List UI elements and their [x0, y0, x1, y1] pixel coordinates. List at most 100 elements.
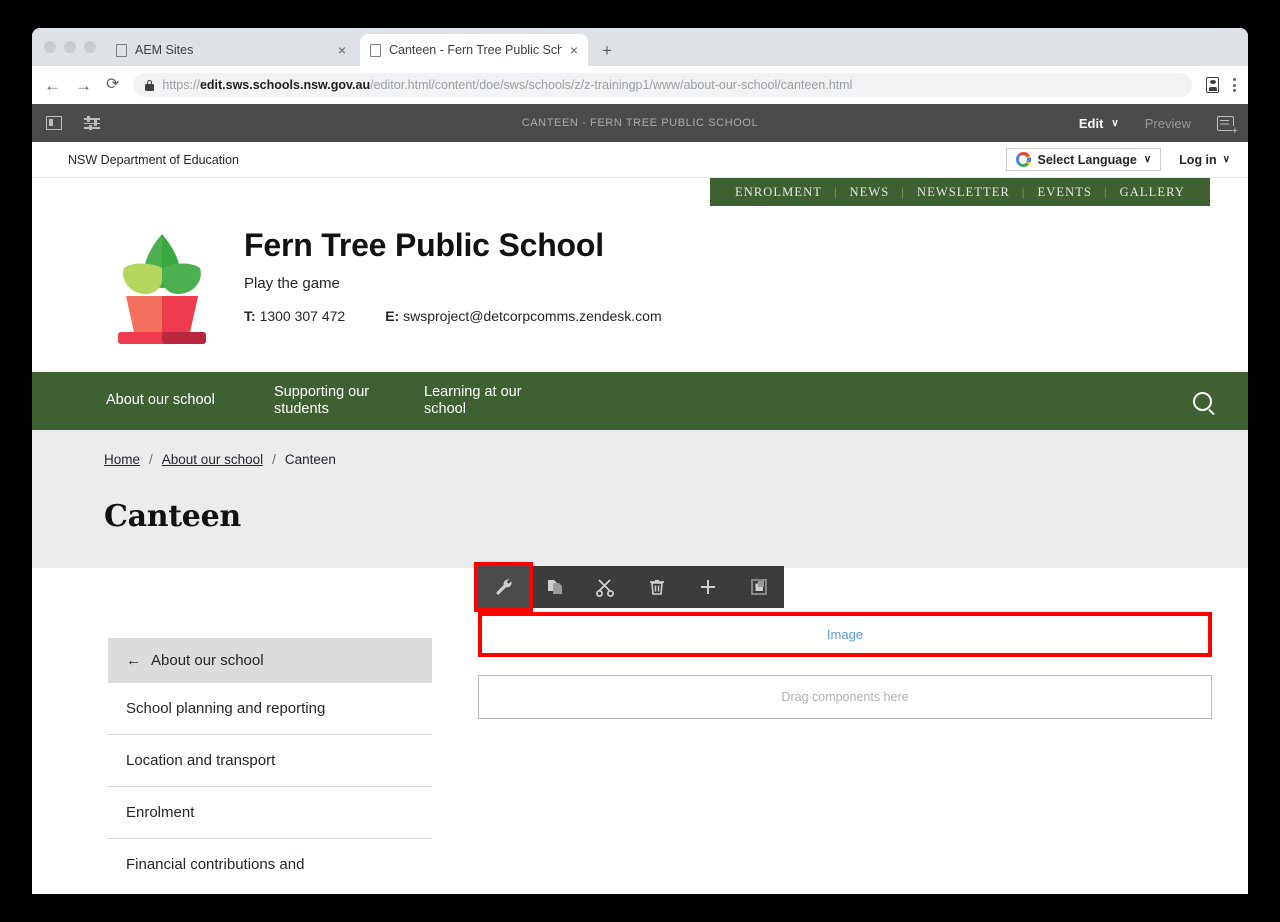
minimize-window-dot[interactable]	[64, 41, 76, 53]
side-panel-toggle-icon[interactable]	[46, 116, 62, 130]
image-component[interactable]: Image	[478, 612, 1212, 657]
school-contact: T: 1300 307 472 E: swsproject@detcorpcom…	[244, 308, 662, 324]
util-nav-item-newsletter[interactable]: NEWSLETTER	[906, 185, 1021, 200]
chevron-down-icon: ∨	[1222, 154, 1230, 165]
browser-tab-strip: AEM Sites × Canteen - Fern Tree Public S…	[32, 28, 1248, 66]
edit-mode-label: Edit	[1078, 115, 1104, 131]
url-scheme: https://	[162, 78, 200, 92]
parent-component-button[interactable]	[733, 566, 784, 608]
department-label: NSW Department of Education	[68, 152, 239, 167]
profile-icon[interactable]	[1206, 77, 1219, 93]
delete-component-button[interactable]	[631, 566, 682, 608]
browser-toolbar: ← → ⟳ https://edit.sws.schools.nsw.gov.a…	[32, 66, 1248, 104]
tab-title: AEM Sites	[135, 43, 194, 57]
utility-nav: ENROLMENT | NEWS | NEWSLETTER | EVENTS |…	[709, 178, 1210, 206]
phone-label: T:	[244, 308, 256, 325]
breadcrumb-item-about-our-school[interactable]: About our school	[162, 452, 263, 467]
new-tab-button[interactable]: +	[602, 42, 612, 59]
copy-icon	[547, 580, 562, 594]
nav-item-about-our-school[interactable]: About our school	[106, 392, 274, 409]
school-logo	[106, 228, 218, 346]
email-label: E:	[385, 308, 400, 325]
reload-icon[interactable]: ⟳	[106, 77, 119, 93]
sidenav-item-location-and-transport[interactable]: Location and transport	[108, 735, 432, 787]
school-tagline: Play the game	[244, 275, 340, 293]
chevron-down-icon: ∨	[1143, 154, 1152, 165]
parsys-column: Image Drag components here	[474, 562, 1212, 890]
back-icon[interactable]: ←	[44, 77, 61, 94]
site-viewport: NSW Department of Education Select Langu…	[32, 142, 1248, 894]
dropzone-label: Drag components here	[781, 690, 909, 704]
nav-item-learning-at-our-school[interactable]: Learning at our school	[424, 384, 574, 419]
copy-component-button[interactable]	[529, 566, 580, 608]
util-nav-item-news[interactable]: NEWS	[839, 185, 901, 200]
doe-utility-right: Select Language ∨ Log in ∨	[1005, 148, 1230, 171]
close-tab-icon[interactable]: ×	[338, 43, 346, 57]
email-block: E: swsproject@detcorpcomms.zendesk.com	[385, 308, 661, 324]
google-icon	[1015, 152, 1031, 167]
select-language-label: Select Language	[1037, 152, 1137, 167]
close-window-dot[interactable]	[44, 41, 56, 53]
school-masthead: Fern Tree Public School Play the game T:…	[32, 206, 1248, 372]
school-name: Fern Tree Public School	[244, 227, 604, 263]
component-action-toolbar	[474, 562, 784, 612]
lock-icon	[145, 79, 155, 91]
util-nav-item-gallery[interactable]: GALLERY	[1109, 185, 1196, 200]
configure-component-button[interactable]	[474, 562, 533, 612]
aem-page-title: CANTEEN - FERN TREE PUBLIC SCHOOL	[521, 117, 759, 129]
window-controls[interactable]	[44, 41, 96, 53]
sidenav-item-enrolment[interactable]: Enrolment	[108, 787, 432, 839]
edit-mode-selector[interactable]: Edit ∨	[1079, 116, 1119, 131]
address-bar[interactable]: https://edit.sws.schools.nsw.gov.au/edit…	[133, 73, 1192, 97]
url-text: https://edit.sws.schools.nsw.gov.au/edit…	[162, 78, 852, 92]
login-menu[interactable]: Log in ∨	[1179, 153, 1230, 167]
plus-icon	[700, 580, 715, 594]
group-icon	[750, 579, 767, 595]
trash-icon	[649, 580, 664, 595]
util-nav-item-enrolment[interactable]: ENROLMENT	[724, 185, 833, 200]
aem-editor-bar: CANTEEN - FERN TREE PUBLIC SCHOOL Edit ∨ …	[32, 104, 1248, 142]
component-dropzone[interactable]: Drag components here	[478, 675, 1212, 719]
preview-button[interactable]: Preview	[1145, 116, 1191, 131]
forward-icon[interactable]: →	[75, 77, 92, 94]
breadcrumb-item-canteen: Canteen	[284, 452, 336, 467]
close-tab-icon[interactable]: ×	[570, 43, 578, 57]
page-content: ← About our school School planning and r…	[32, 562, 1248, 890]
insert-component-button[interactable]	[682, 566, 733, 608]
utility-nav-row: ENROLMENT | NEWS | NEWSLETTER | EVENTS |…	[32, 178, 1248, 206]
page-properties-icon[interactable]	[84, 116, 100, 130]
breadcrumb-separator: /	[272, 452, 276, 467]
sidenav-item-school-planning-and-reporting[interactable]: School planning and reporting	[108, 683, 432, 735]
page-title: Canteen	[104, 499, 241, 534]
sidenav-header[interactable]: ← About our school	[108, 638, 432, 683]
browser-window: AEM Sites × Canteen - Fern Tree Public S…	[32, 28, 1248, 894]
browser-tab-aem-sites[interactable]: AEM Sites ×	[106, 34, 356, 66]
aem-right-controls: Edit ∨ Preview	[1079, 115, 1238, 137]
plant-logo-icon	[118, 234, 206, 344]
phone-block: T: 1300 307 472	[244, 308, 345, 324]
tab-title: Canteen - Fern Tree Public Sch	[389, 43, 562, 57]
nav-item-supporting-our-students[interactable]: Supporting our students	[274, 384, 424, 419]
wrench-icon	[496, 579, 512, 595]
url-path: /editor.html/content/doe/sws/schools/z/z…	[370, 78, 853, 92]
browser-tab-canteen[interactable]: Canteen - Fern Tree Public Sch ×	[360, 34, 588, 66]
toolbar-icons	[1206, 77, 1236, 93]
doe-utility-bar: NSW Department of Education Select Langu…	[32, 142, 1248, 178]
back-arrow-icon: ←	[126, 652, 141, 669]
sidenav-item-financial-contributions[interactable]: Financial contributions and	[108, 839, 432, 890]
page-icon	[370, 43, 381, 57]
breadcrumb: Home / About our school / Canteen	[104, 452, 1248, 467]
util-nav-item-events[interactable]: EVENTS	[1027, 185, 1104, 200]
search-icon	[1193, 391, 1212, 411]
annotations-icon[interactable]	[1217, 115, 1238, 137]
select-language-dropdown[interactable]: Select Language ∨	[1005, 148, 1162, 171]
maximize-window-dot[interactable]	[84, 41, 96, 53]
aem-left-controls	[46, 116, 100, 130]
search-button[interactable]	[1193, 391, 1212, 411]
breadcrumb-item-home[interactable]: Home	[104, 452, 140, 467]
cut-component-button[interactable]	[580, 566, 631, 608]
email-value[interactable]: swsproject@detcorpcomms.zendesk.com	[403, 308, 662, 324]
chevron-down-icon: ∨	[1111, 117, 1119, 129]
browser-menu-icon[interactable]	[1233, 78, 1236, 92]
scissors-icon	[596, 578, 614, 597]
